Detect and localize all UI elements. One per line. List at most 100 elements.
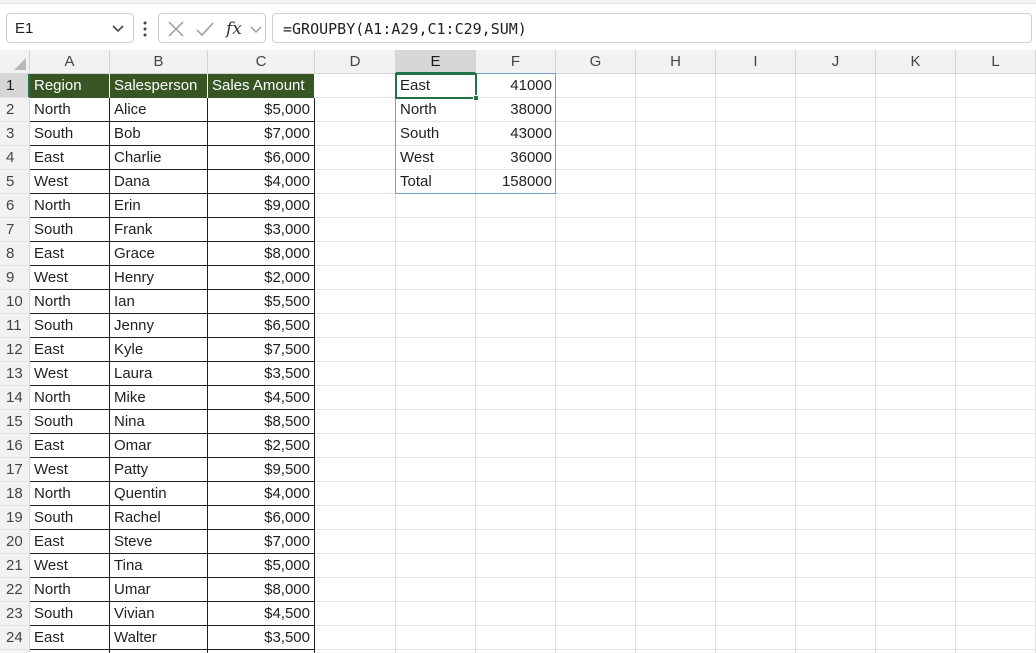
table-cell[interactable]: West bbox=[30, 554, 110, 578]
fx-icon[interactable]: fx bbox=[225, 19, 247, 39]
column-header-f[interactable]: F bbox=[476, 50, 556, 74]
table-cell[interactable]: Henry bbox=[110, 266, 208, 290]
table-cell[interactable]: $4,000 bbox=[208, 482, 315, 506]
table-cell[interactable]: Ian bbox=[110, 290, 208, 314]
table-cell[interactable]: Jenny bbox=[110, 314, 208, 338]
table-cell[interactable]: Steve bbox=[110, 530, 208, 554]
table-cell[interactable]: South bbox=[30, 602, 110, 626]
row-header[interactable]: 7 bbox=[0, 218, 30, 242]
table-cell[interactable]: South bbox=[30, 122, 110, 146]
table-cell[interactable]: North bbox=[30, 194, 110, 218]
row-header[interactable]: 6 bbox=[0, 194, 30, 218]
table-cell[interactable]: $6,000 bbox=[208, 506, 315, 530]
table-cell[interactable]: Patty bbox=[110, 458, 208, 482]
row-header[interactable]: 5 bbox=[0, 170, 30, 194]
table-cell[interactable]: $2,500 bbox=[208, 434, 315, 458]
column-header-j[interactable]: J bbox=[796, 50, 876, 74]
table-cell[interactable]: West bbox=[30, 266, 110, 290]
table-cell[interactable]: $3,000 bbox=[208, 218, 315, 242]
table-cell[interactable]: $7,000 bbox=[208, 122, 315, 146]
check-icon[interactable] bbox=[195, 19, 215, 39]
table-cell[interactable]: $8,500 bbox=[208, 410, 315, 434]
table-cell[interactable]: West bbox=[30, 458, 110, 482]
row-header[interactable]: 12 bbox=[0, 338, 30, 362]
more-vertical-icon[interactable] bbox=[142, 20, 148, 38]
column-header-h[interactable]: H bbox=[636, 50, 716, 74]
column-header-l[interactable]: L bbox=[956, 50, 1036, 74]
table-cell[interactable]: $2,000 bbox=[208, 266, 315, 290]
table-cell[interactable]: $7,500 bbox=[208, 338, 315, 362]
table-cell[interactable]: $9,000 bbox=[208, 194, 315, 218]
table-cell[interactable]: $8,000 bbox=[208, 578, 315, 602]
table-cell[interactable]: $6,000 bbox=[208, 146, 315, 170]
table-cell[interactable]: North bbox=[30, 98, 110, 122]
table-cell[interactable]: South bbox=[30, 218, 110, 242]
column-header-c[interactable]: C bbox=[208, 50, 315, 74]
table-header-cell[interactable]: Salesperson bbox=[110, 74, 208, 98]
table-header-cell[interactable]: Region bbox=[30, 74, 110, 98]
table-cell[interactable]: $4,500 bbox=[208, 386, 315, 410]
row-header[interactable]: 22 bbox=[0, 578, 30, 602]
formula-input[interactable]: =GROUPBY(A1:A29,C1:C29,SUM) bbox=[272, 13, 1032, 43]
table-cell[interactable]: Nina bbox=[110, 410, 208, 434]
table-cell[interactable]: $9,500 bbox=[208, 458, 315, 482]
table-cell[interactable]: East bbox=[30, 338, 110, 362]
table-cell[interactable]: Vivian bbox=[110, 602, 208, 626]
table-cell[interactable]: North bbox=[30, 482, 110, 506]
column-header-d[interactable]: D bbox=[315, 50, 396, 74]
row-header[interactable]: 24 bbox=[0, 626, 30, 650]
row-header[interactable]: 11 bbox=[0, 314, 30, 338]
fill-handle[interactable] bbox=[473, 95, 479, 101]
table-cell[interactable]: Grace bbox=[110, 242, 208, 266]
row-header[interactable]: 14 bbox=[0, 386, 30, 410]
row-header[interactable]: 4 bbox=[0, 146, 30, 170]
row-header[interactable]: 15 bbox=[0, 410, 30, 434]
column-header-a[interactable]: A bbox=[30, 50, 110, 74]
table-cell[interactable]: $5,000 bbox=[208, 98, 315, 122]
table-cell[interactable]: Omar bbox=[110, 434, 208, 458]
table-cell[interactable]: North bbox=[30, 578, 110, 602]
table-cell[interactable]: Tina bbox=[110, 554, 208, 578]
table-cell[interactable]: West bbox=[30, 170, 110, 194]
column-header-e[interactable]: E bbox=[396, 50, 476, 74]
table-cell[interactable]: Walter bbox=[110, 626, 208, 650]
row-header[interactable]: 8 bbox=[0, 242, 30, 266]
table-cell[interactable]: South bbox=[30, 314, 110, 338]
row-header[interactable]: 16 bbox=[0, 434, 30, 458]
row-header[interactable]: 1 bbox=[0, 74, 30, 98]
table-cell[interactable]: North bbox=[30, 386, 110, 410]
name-box[interactable]: E1 bbox=[6, 13, 134, 43]
column-header-b[interactable]: B bbox=[110, 50, 208, 74]
row-header[interactable]: 19 bbox=[0, 506, 30, 530]
table-cell[interactable]: West bbox=[30, 362, 110, 386]
table-cell[interactable]: $4,500 bbox=[208, 602, 315, 626]
table-cell[interactable]: North bbox=[30, 290, 110, 314]
table-header-cell[interactable]: Sales Amount bbox=[208, 74, 315, 98]
close-icon[interactable] bbox=[167, 19, 185, 39]
select-all-corner[interactable] bbox=[0, 50, 30, 74]
table-cell[interactable]: $8,000 bbox=[208, 242, 315, 266]
spreadsheet-grid[interactable]: A B C D E F G H I J K L 1 2 3 4 5 6 7 8 9 10 11 12 13 14 15 16 17 18 1… bbox=[0, 50, 1036, 653]
table-cell[interactable]: Bob bbox=[110, 122, 208, 146]
table-cell[interactable]: South bbox=[30, 506, 110, 530]
table-cell[interactable]: Frank bbox=[110, 218, 208, 242]
table-cell[interactable]: Dana bbox=[110, 170, 208, 194]
table-cell[interactable]: $7,000 bbox=[208, 530, 315, 554]
table-cell[interactable]: Mike bbox=[110, 386, 208, 410]
table-cell[interactable]: $6,500 bbox=[208, 314, 315, 338]
table-cell[interactable]: $3,500 bbox=[208, 362, 315, 386]
row-header[interactable]: 9 bbox=[0, 266, 30, 290]
table-cell[interactable]: East bbox=[30, 146, 110, 170]
row-header[interactable]: 20 bbox=[0, 530, 30, 554]
column-header-g[interactable]: G bbox=[556, 50, 636, 74]
column-header-i[interactable]: I bbox=[716, 50, 796, 74]
table-cell[interactable]: Quentin bbox=[110, 482, 208, 506]
row-header[interactable]: 18 bbox=[0, 482, 30, 506]
chevron-down-icon[interactable] bbox=[249, 21, 263, 37]
row-header[interactable]: 10 bbox=[0, 290, 30, 314]
row-header[interactable]: 2 bbox=[0, 98, 30, 122]
row-header[interactable]: 21 bbox=[0, 554, 30, 578]
table-cell[interactable]: Kyle bbox=[110, 338, 208, 362]
table-cell[interactable]: Laura bbox=[110, 362, 208, 386]
table-cell[interactable]: Alice bbox=[110, 98, 208, 122]
